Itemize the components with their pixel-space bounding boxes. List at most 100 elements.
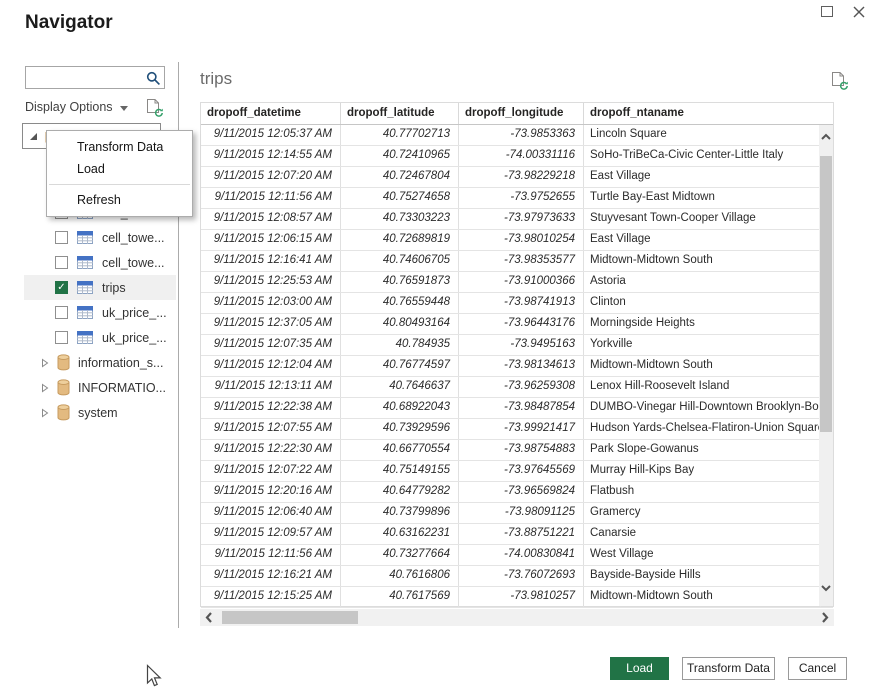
column-header-dropoff_latitude[interactable]: dropoff_latitude: [341, 103, 459, 124]
scroll-left-icon[interactable]: [204, 611, 214, 624]
cell-dropoff_ntaname: Gramercy: [584, 503, 821, 523]
display-options-dropdown[interactable]: Display Options: [25, 100, 128, 114]
cell-dropoff_latitude: 40.72410965: [341, 146, 459, 166]
cell-dropoff_latitude: 40.64779282: [341, 482, 459, 502]
load-button[interactable]: Load: [610, 657, 669, 680]
scroll-up-icon[interactable]: [820, 132, 832, 142]
checkbox[interactable]: [55, 231, 68, 244]
cell-dropoff_ntaname: Lincoln Square: [584, 125, 821, 145]
cell-dropoff_latitude: 40.72467804: [341, 167, 459, 187]
cell-dropoff_datetime: 9/11/2015 12:11:56 AM: [201, 188, 341, 208]
table-row: 9/11/2015 12:14:55 AM40.72410965-74.0033…: [201, 146, 833, 167]
tree-item-trips[interactable]: ✓ trips: [24, 275, 176, 300]
cell-dropoff_ntaname: Stuyvesant Town-Cooper Village: [584, 209, 821, 229]
vertical-scroll-thumb[interactable]: [820, 156, 832, 432]
cell-dropoff_ntaname: Lenox Hill-Roosevelt Island: [584, 377, 821, 397]
cell-dropoff_ntaname: Bayside-Bayside Hills: [584, 566, 821, 586]
tree-item-uk-price-[interactable]: uk_price_...: [24, 300, 176, 325]
search-box[interactable]: [25, 66, 165, 89]
maximize-button[interactable]: [821, 6, 833, 17]
column-header-dropoff_longitude[interactable]: dropoff_longitude: [459, 103, 584, 124]
horizontal-scroll-thumb[interactable]: [222, 611, 358, 624]
table-row: 9/11/2015 12:06:15 AM40.72689819-73.9801…: [201, 230, 833, 251]
close-icon[interactable]: [851, 4, 867, 20]
menu-item-transform-data[interactable]: Transform Data: [47, 136, 192, 158]
checkbox[interactable]: ✓: [55, 281, 68, 294]
cell-dropoff_latitude: 40.76591873: [341, 272, 459, 292]
expand-icon[interactable]: [41, 358, 49, 368]
cell-dropoff_latitude: 40.72689819: [341, 230, 459, 250]
table-row: 9/11/2015 12:15:25 AM40.7617569-73.98102…: [201, 587, 833, 608]
cell-dropoff_longitude: -73.98010254: [459, 230, 584, 250]
column-header-dropoff_datetime[interactable]: dropoff_datetime: [201, 103, 341, 124]
table-icon: [77, 231, 93, 244]
preview-table-body: 9/11/2015 12:05:37 AM40.77702713-73.9853…: [201, 125, 833, 608]
cell-dropoff_datetime: 9/11/2015 12:07:35 AM: [201, 335, 341, 355]
table-row: 9/11/2015 12:03:00 AM40.76559448-73.9874…: [201, 293, 833, 314]
cell-dropoff_longitude: -73.9752655: [459, 188, 584, 208]
cell-dropoff_ntaname: DUMBO-Vinegar Hill-Downtown Brooklyn-Boe…: [584, 398, 821, 418]
dialog-title: Navigator: [25, 12, 113, 34]
checkbox[interactable]: [55, 331, 68, 344]
cell-dropoff_ntaname: Murray Hill-Kips Bay: [584, 461, 821, 481]
cell-dropoff_longitude: -73.98741913: [459, 293, 584, 313]
tree-item-informatio-[interactable]: INFORMATIO...: [24, 375, 176, 400]
collapse-icon[interactable]: [30, 133, 37, 140]
table-icon: [77, 331, 93, 344]
cell-dropoff_datetime: 9/11/2015 12:07:55 AM: [201, 419, 341, 439]
cell-dropoff_longitude: -73.96569824: [459, 482, 584, 502]
database-icon: [57, 404, 70, 421]
cell-dropoff_datetime: 9/11/2015 12:15:25 AM: [201, 587, 341, 607]
tree-item-label: uk_price_...: [102, 331, 167, 345]
cell-dropoff_longitude: -73.98487854: [459, 398, 584, 418]
vertical-scrollbar[interactable]: [819, 125, 833, 606]
cell-dropoff_longitude: -74.00830841: [459, 545, 584, 565]
expand-icon[interactable]: [41, 383, 49, 393]
cell-dropoff_ntaname: Canarsie: [584, 524, 821, 544]
table-row: 9/11/2015 12:37:05 AM40.80493164-73.9644…: [201, 314, 833, 335]
cell-dropoff_ntaname: West Village: [584, 545, 821, 565]
menu-item-refresh[interactable]: Refresh: [47, 189, 192, 211]
cancel-button[interactable]: Cancel: [788, 657, 847, 680]
refresh-tree-icon[interactable]: [146, 98, 164, 119]
menu-item-load[interactable]: Load: [47, 158, 192, 180]
tree-item-label: cell_towe...: [102, 256, 165, 270]
cell-dropoff_latitude: 40.7616806: [341, 566, 459, 586]
tree-item-information-s-[interactable]: information_s...: [24, 350, 176, 375]
cell-dropoff_datetime: 9/11/2015 12:07:22 AM: [201, 461, 341, 481]
scroll-right-icon[interactable]: [820, 611, 830, 624]
search-input[interactable]: [30, 69, 142, 86]
tree-item-label: system: [78, 406, 118, 420]
cell-dropoff_ntaname: Hudson Yards-Chelsea-Flatiron-Union Squa…: [584, 419, 821, 439]
cell-dropoff_latitude: 40.66770554: [341, 440, 459, 460]
tree-item-label: INFORMATIO...: [78, 381, 166, 395]
tree-item-label: cell_towe...: [102, 231, 165, 245]
cell-dropoff_ntaname: Park Slope-Gowanus: [584, 440, 821, 460]
cell-dropoff_latitude: 40.73277664: [341, 545, 459, 565]
cell-dropoff_ntaname: Astoria: [584, 272, 821, 292]
cell-dropoff_latitude: 40.76559448: [341, 293, 459, 313]
cell-dropoff_latitude: 40.80493164: [341, 314, 459, 334]
tree-item-uk-price-[interactable]: uk_price_...: [24, 325, 176, 350]
cell-dropoff_longitude: -73.98353577: [459, 251, 584, 271]
cell-dropoff_datetime: 9/11/2015 12:22:30 AM: [201, 440, 341, 460]
table-icon: [77, 256, 93, 269]
tree-item-cell-towe-[interactable]: cell_towe...: [24, 225, 176, 250]
horizontal-scrollbar[interactable]: [200, 609, 834, 626]
cell-dropoff_ntaname: Midtown-Midtown South: [584, 587, 821, 607]
checkbox[interactable]: [55, 256, 68, 269]
cell-dropoff_ntaname: SoHo-TriBeCa-Civic Center-Little Italy: [584, 146, 821, 166]
cell-dropoff_longitude: -73.91000366: [459, 272, 584, 292]
tree-item-system[interactable]: system: [24, 400, 176, 425]
search-icon[interactable]: [146, 71, 161, 86]
cell-dropoff_longitude: -73.98229218: [459, 167, 584, 187]
refresh-preview-icon[interactable]: [831, 71, 849, 92]
column-header-dropoff_ntaname[interactable]: dropoff_ntaname: [584, 103, 833, 124]
cell-dropoff_datetime: 9/11/2015 12:03:00 AM: [201, 293, 341, 313]
transform-data-button[interactable]: Transform Data: [682, 657, 775, 680]
cell-dropoff_datetime: 9/11/2015 12:12:04 AM: [201, 356, 341, 376]
scroll-down-icon[interactable]: [820, 583, 832, 593]
checkbox[interactable]: [55, 306, 68, 319]
tree-item-cell-towe-[interactable]: cell_towe...: [24, 250, 176, 275]
expand-icon[interactable]: [41, 408, 49, 418]
